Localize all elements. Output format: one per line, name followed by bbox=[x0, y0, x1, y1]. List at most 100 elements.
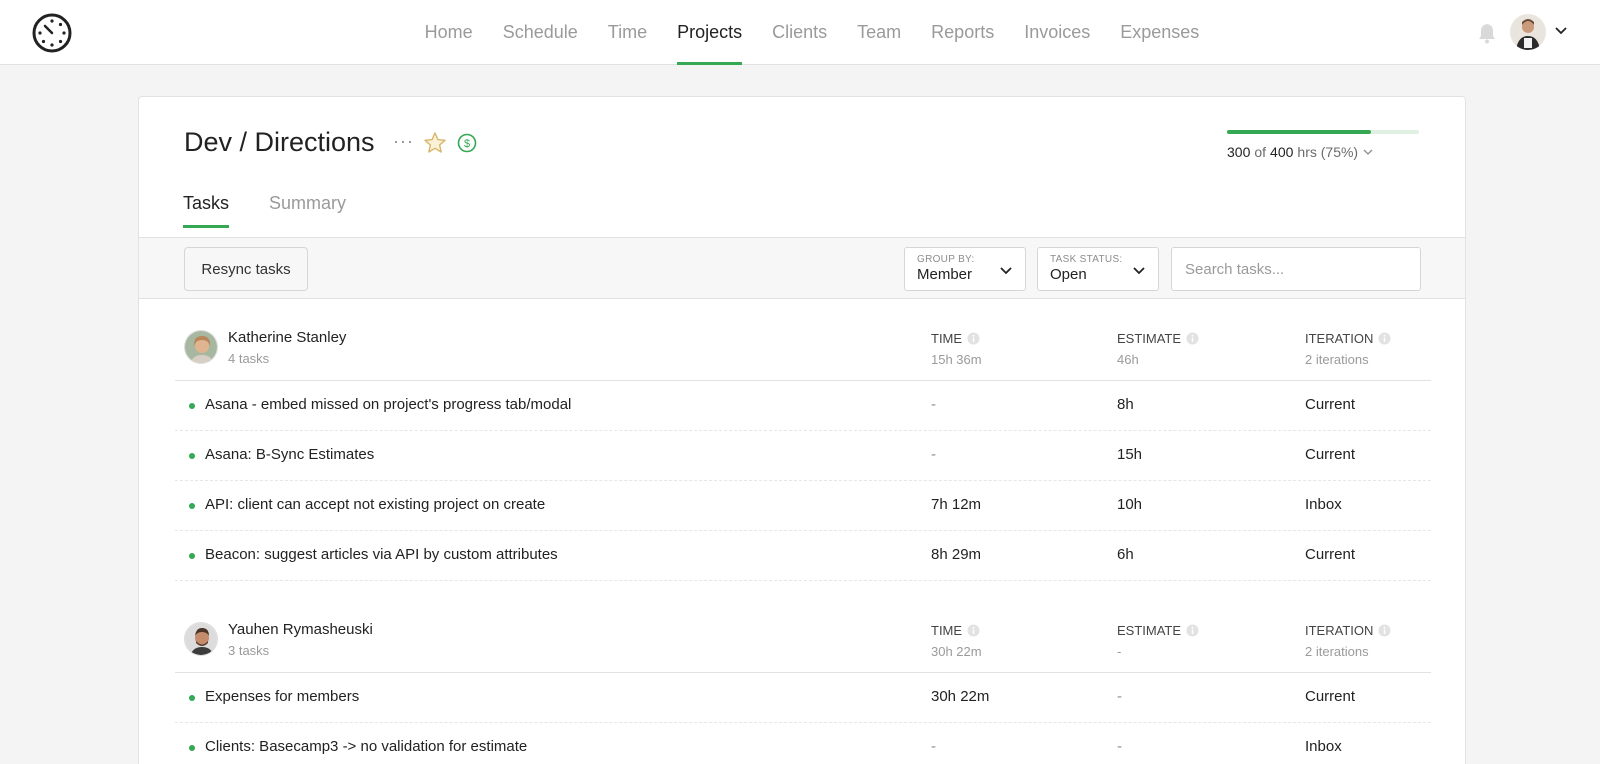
column-header-estimate: ESTIMATE bbox=[1117, 331, 1199, 346]
task-time: - bbox=[931, 738, 936, 755]
hours-used: 300 bbox=[1227, 144, 1251, 160]
task-iteration: Current bbox=[1305, 688, 1356, 705]
chevron-down-icon[interactable] bbox=[1554, 24, 1568, 38]
info-icon[interactable] bbox=[967, 624, 980, 637]
task-time: 30h 22m bbox=[931, 688, 990, 705]
task-status-select[interactable]: TASK STATUS: Open bbox=[1037, 247, 1159, 291]
column-header-label: ITERATION bbox=[1305, 331, 1374, 346]
nav-item-team[interactable]: Team bbox=[842, 0, 916, 65]
column-header-iteration: ITERATION bbox=[1305, 331, 1391, 346]
task-status-dot bbox=[189, 403, 195, 409]
column-header-iteration: ITERATION bbox=[1305, 623, 1391, 638]
member-task-count: 3 tasks bbox=[228, 643, 270, 658]
page-title: Dev / Directions bbox=[184, 127, 375, 157]
task-estimate: - bbox=[1117, 688, 1122, 705]
member-group-header: Katherine Stanley 4 tasks TIME 15h 36m ESTIM… bbox=[175, 321, 1431, 381]
group-estimate-total: 46h bbox=[1117, 352, 1139, 367]
group-time-total: 15h 36m bbox=[931, 352, 982, 367]
column-header-time: TIME bbox=[931, 331, 980, 346]
task-estimate: - bbox=[1117, 738, 1122, 755]
hours-suffix: hrs (75%) bbox=[1297, 144, 1359, 160]
top-navbar: Home Schedule Time Projects Clients Team Repor… bbox=[0, 0, 1600, 65]
more-icon[interactable]: ··· bbox=[393, 131, 415, 153]
tasks-toolbar: Resync tasks GROUP BY: Member TASK STATU… bbox=[139, 237, 1465, 299]
task-estimate: 15h bbox=[1117, 446, 1143, 463]
task-row[interactable]: Asana: B-Sync Estimates - 15h Current bbox=[175, 431, 1431, 481]
task-name[interactable]: API: client can accept not existing proj… bbox=[205, 496, 545, 513]
star-icon[interactable] bbox=[423, 131, 447, 155]
nav-item-home[interactable]: Home bbox=[410, 0, 488, 65]
task-name[interactable]: Expenses for members bbox=[205, 688, 359, 705]
nav-item-time[interactable]: Time bbox=[593, 0, 662, 65]
project-tabs: Tasks Summary bbox=[183, 193, 346, 228]
info-icon[interactable] bbox=[1186, 332, 1199, 345]
column-header-label: ITERATION bbox=[1305, 623, 1374, 638]
info-icon[interactable] bbox=[1186, 624, 1199, 637]
member-name: Katherine Stanley bbox=[228, 329, 347, 346]
task-estimate: 6h bbox=[1117, 546, 1134, 563]
group-time-total: 30h 22m bbox=[931, 644, 982, 659]
nav-item-expenses[interactable]: Expenses bbox=[1105, 0, 1214, 65]
column-header-time: TIME bbox=[931, 623, 980, 638]
group-iteration-total: 2 iterations bbox=[1305, 644, 1369, 659]
dollar-circle-icon[interactable]: $ bbox=[457, 133, 477, 153]
info-icon[interactable] bbox=[967, 332, 980, 345]
task-row[interactable]: Asana - embed missed on project's progre… bbox=[175, 381, 1431, 431]
task-iteration: Current bbox=[1305, 396, 1356, 413]
task-time: - bbox=[931, 396, 936, 413]
task-estimate: 10h bbox=[1117, 496, 1143, 513]
group-estimate-total: - bbox=[1117, 644, 1122, 659]
task-name[interactable]: Asana - embed missed on project's progre… bbox=[205, 396, 571, 413]
chevron-down-icon bbox=[1133, 267, 1145, 275]
chevron-down-icon[interactable] bbox=[1362, 146, 1374, 158]
task-iteration: Current bbox=[1305, 446, 1356, 463]
tab-tasks[interactable]: Tasks bbox=[183, 193, 230, 228]
progress-bar bbox=[1227, 130, 1419, 134]
search-tasks-input[interactable] bbox=[1171, 247, 1421, 291]
svg-text:$: $ bbox=[464, 138, 470, 150]
info-icon[interactable] bbox=[1378, 624, 1391, 637]
task-time: 8h 29m bbox=[931, 546, 982, 563]
group-by-select[interactable]: GROUP BY: Member bbox=[904, 247, 1026, 291]
notification-bell-icon[interactable] bbox=[1474, 20, 1500, 46]
task-row[interactable]: Expenses for members 30h 22m - Current bbox=[175, 673, 1431, 723]
project-card: Dev / Directions ··· $ 300 of 400 hrs (7… bbox=[138, 96, 1466, 764]
task-status-dot bbox=[189, 695, 195, 701]
budget-progress[interactable]: 300 of 400 hrs (75%) bbox=[1227, 130, 1419, 160]
info-icon[interactable] bbox=[1378, 332, 1391, 345]
progress-fill bbox=[1227, 130, 1371, 134]
task-row[interactable]: API: client can accept not existing proj… bbox=[175, 481, 1431, 531]
task-iteration: Current bbox=[1305, 546, 1356, 563]
task-time: - bbox=[931, 446, 936, 463]
column-header-label: TIME bbox=[931, 331, 963, 346]
task-name[interactable]: Asana: B-Sync Estimates bbox=[205, 446, 374, 463]
resync-tasks-button[interactable]: Resync tasks bbox=[184, 247, 308, 291]
nav-item-invoices[interactable]: Invoices bbox=[1009, 0, 1105, 65]
member-name: Yauhen Rymasheuski bbox=[228, 621, 373, 638]
column-header-label: TIME bbox=[931, 623, 963, 638]
hours-of: of bbox=[1254, 144, 1267, 160]
task-status-dot bbox=[189, 453, 195, 459]
task-time: 7h 12m bbox=[931, 496, 982, 513]
tab-summary[interactable]: Summary bbox=[269, 193, 346, 228]
nav-item-projects[interactable]: Projects bbox=[662, 0, 757, 65]
group-iteration-total: 2 iterations bbox=[1305, 352, 1369, 367]
task-row[interactable]: Clients: Basecamp3 -> no validation for … bbox=[175, 723, 1431, 764]
nav-item-reports[interactable]: Reports bbox=[916, 0, 1009, 65]
progress-label: 300 of 400 hrs (75%) bbox=[1227, 144, 1419, 160]
task-name[interactable]: Clients: Basecamp3 -> no validation for … bbox=[205, 738, 527, 755]
main-nav: Home Schedule Time Projects Clients Team Repor… bbox=[0, 0, 1600, 65]
member-task-count: 4 tasks bbox=[228, 351, 270, 366]
nav-item-schedule[interactable]: Schedule bbox=[488, 0, 593, 65]
task-status-dot bbox=[189, 745, 195, 751]
hours-budget: 400 bbox=[1270, 144, 1294, 160]
task-status-dot bbox=[189, 503, 195, 509]
task-row[interactable]: Beacon: suggest articles via API by cust… bbox=[175, 531, 1431, 581]
task-iteration: Inbox bbox=[1305, 496, 1342, 513]
nav-item-clients[interactable]: Clients bbox=[757, 0, 842, 65]
column-header-estimate: ESTIMATE bbox=[1117, 623, 1199, 638]
task-name[interactable]: Beacon: suggest articles via API by cust… bbox=[205, 546, 558, 563]
column-header-label: ESTIMATE bbox=[1117, 331, 1182, 346]
user-avatar[interactable] bbox=[1510, 14, 1546, 50]
member-avatar bbox=[184, 622, 218, 656]
